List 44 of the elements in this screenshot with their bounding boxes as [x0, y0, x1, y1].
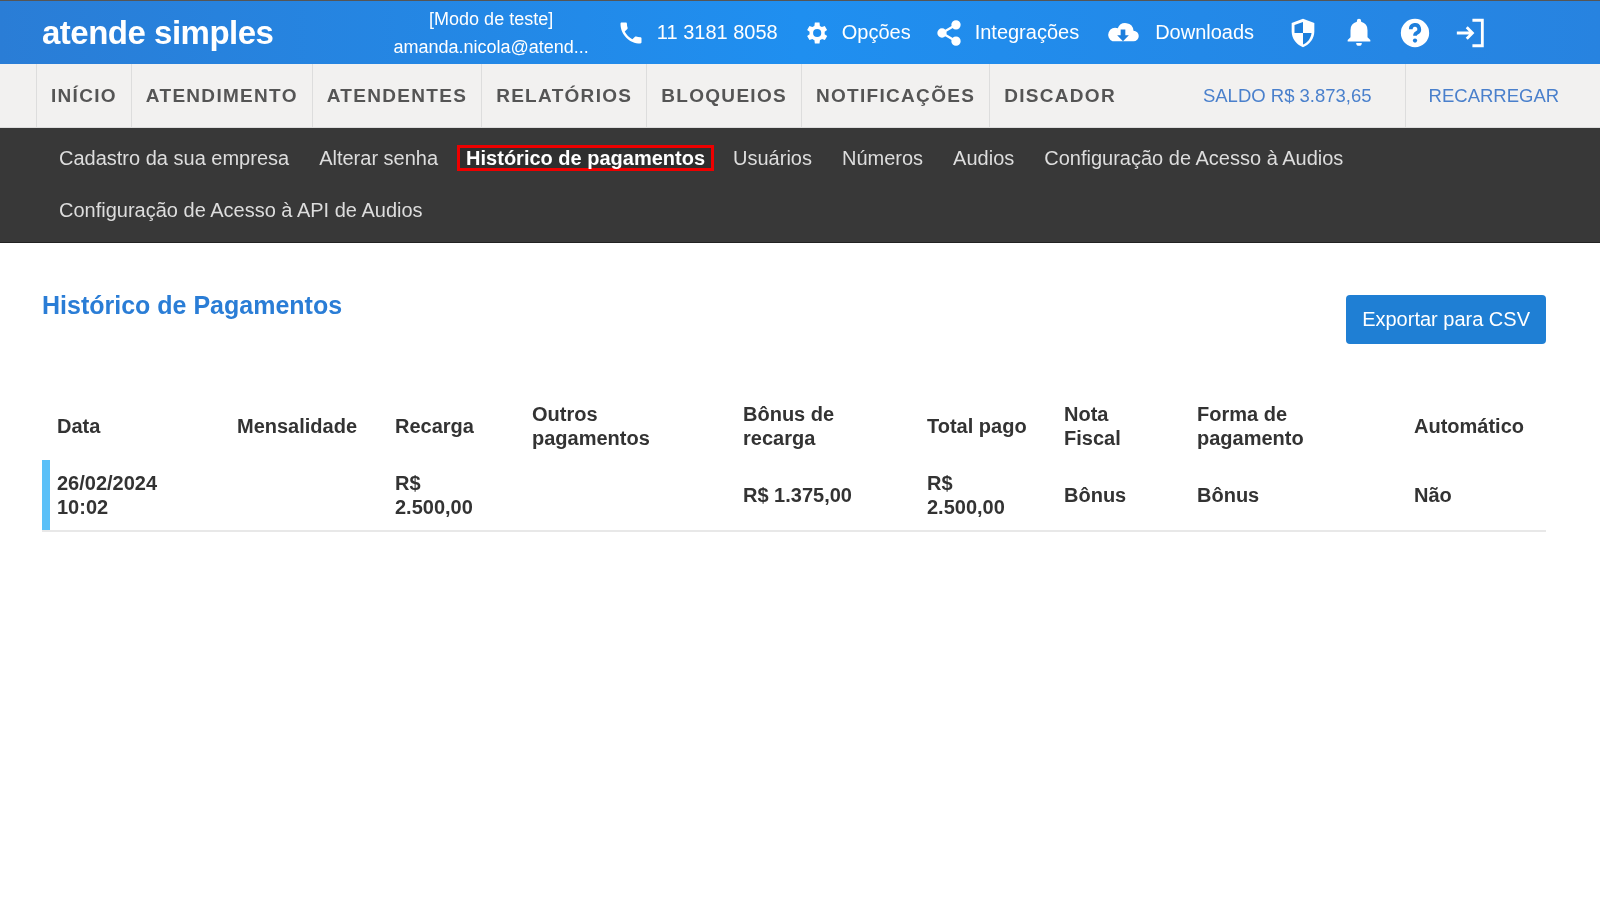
header-link[interactable]: Downloads	[1103, 18, 1255, 47]
column-header: Bônus de recarga	[743, 402, 836, 450]
column-header: Data	[57, 414, 101, 438]
table-cell: Bônus	[1064, 483, 1127, 507]
submenu-item[interactable]: Configuração de Acesso à API de Audios	[48, 183, 434, 237]
page-title: Histórico de Pagamentos	[42, 291, 343, 320]
export-button[interactable]: Exportar para CSV	[1346, 295, 1546, 344]
nav-tab[interactable]: RELATÓRIOS	[481, 64, 647, 127]
nav-tab[interactable]: DISCADOR	[989, 64, 1130, 127]
column-header: Forma de pagamento	[1197, 402, 1305, 450]
share-icon	[934, 18, 963, 47]
column-header: Mensalidade	[237, 414, 358, 438]
submenu-item[interactable]: Cadastro da sua empresa	[48, 131, 301, 185]
submenu-item[interactable]: Configuração de Acesso à Audios	[1033, 131, 1355, 185]
column-header: Automático	[1414, 414, 1524, 438]
column-header: Total pago	[927, 414, 1027, 438]
column-header: Nota Fiscal	[1064, 402, 1122, 450]
user-email[interactable]: amanda.nicola@atend...	[393, 32, 589, 61]
table-cell-text: R$ 2.500,00	[927, 471, 1006, 519]
submenu-item[interactable]: Audios	[942, 131, 1026, 185]
column-header: Recarga	[395, 414, 474, 438]
nav-tab[interactable]: ATENDIMENTO	[130, 64, 312, 127]
table-cell: Não	[1414, 483, 1452, 507]
recharge-link[interactable]: RECARREGAR	[1405, 64, 1560, 127]
nav-tab[interactable]: BLOQUEIOS	[646, 64, 801, 127]
header-link[interactable]: Opções	[801, 18, 911, 47]
table-cell: Bônus	[1197, 483, 1260, 507]
submenu-item[interactable]: Alterar senha	[308, 131, 450, 185]
table-row[interactable]: 26/02/2024 10:02 R$ 2.500,00 R$ 1.375,00 R$ 2.500,00 Bônus Bônus Não	[42, 460, 1546, 532]
nav-tab[interactable]: ATENDENTES	[311, 64, 482, 127]
balance-label: SALDO R$ 3.873,65	[1129, 64, 1406, 127]
logo[interactable]: atende simples	[42, 13, 274, 52]
column-header: Outros pagamentos	[532, 402, 651, 450]
table-cell-text: R$ 2.500,00	[395, 471, 474, 519]
submenu-item[interactable]: Histórico de pagamentos	[457, 145, 715, 171]
nav-tab[interactable]: NOTIFICAÇÕES	[801, 64, 990, 127]
submenu-item[interactable]: Números	[830, 131, 935, 185]
test-mode-label: [Modo de teste]	[429, 7, 554, 31]
phone-number[interactable]: 11 3181 8058	[656, 21, 778, 44]
table-cell-text: 26/02/2024 10:02	[57, 471, 159, 519]
nav-tab[interactable]: INÍCIO	[36, 64, 131, 127]
header-link[interactable]: Integrações	[934, 18, 1080, 47]
submenu-item[interactable]: Usuários	[722, 131, 823, 185]
table-cell: R$ 1.375,00	[743, 483, 852, 507]
